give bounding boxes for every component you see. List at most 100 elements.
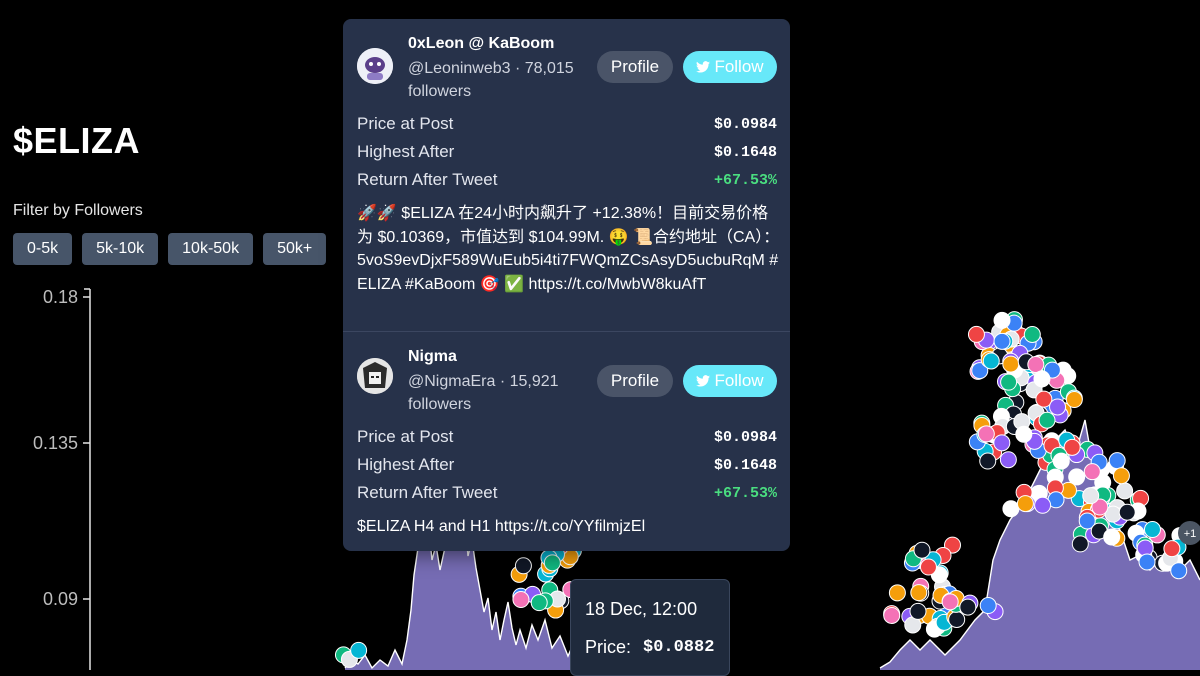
tweet-avatar-marker[interactable] [1002, 500, 1020, 518]
tweet-avatar-marker[interactable] [1065, 391, 1083, 409]
tweet-card: 0xLeon @ KaBoom @Leoninweb3 · 78,015 fol… [343, 19, 790, 331]
filter-5k-10k-button[interactable]: 5k-10k [82, 233, 159, 265]
stat-value: $0.0984 [713, 428, 777, 446]
tweet-avatar-marker[interactable] [530, 594, 548, 612]
tweet-card: Nigma @NigmaEra · 15,921 followers Profi… [343, 331, 790, 551]
avatar-image-icon [357, 358, 393, 394]
tweet-avatar-marker[interactable] [941, 593, 959, 611]
stat-value: +67.53% [713, 484, 777, 502]
tweet-avatar-marker[interactable] [888, 584, 906, 602]
avatar-image-icon [357, 48, 393, 84]
y-tick-label: 0.135 [33, 433, 78, 453]
filter-label: Filter by Followers [13, 202, 143, 219]
tweet-avatar-marker[interactable] [910, 584, 928, 602]
tweet-avatar-marker[interactable] [1023, 325, 1041, 343]
author-name[interactable]: 0xLeon @ KaBoom [408, 35, 554, 53]
marker-overflow-label: +1 [1184, 528, 1197, 540]
avatar[interactable] [357, 358, 393, 394]
tweet-avatar-marker[interactable] [977, 425, 995, 443]
follow-label: Follow [714, 371, 764, 390]
tweet-avatar-marker[interactable] [1136, 539, 1154, 557]
tweet-avatar-marker[interactable] [1103, 528, 1121, 546]
author-name[interactable]: Nigma [408, 348, 457, 366]
token-title: $ELIZA [13, 120, 141, 161]
tweet-popup: 0xLeon @ KaBoom @Leoninweb3 · 78,015 fol… [343, 19, 790, 551]
filter-0-5k-button[interactable]: 0-5k [13, 233, 73, 265]
follow-button[interactable]: Follow [683, 51, 777, 83]
stat-label: Return After Tweet [357, 170, 498, 189]
stat-label: Highest After [357, 455, 455, 474]
tweet-avatar-marker[interactable] [948, 610, 966, 628]
follow-button[interactable]: Follow [683, 365, 777, 397]
tweet-avatar-marker[interactable] [1038, 411, 1056, 429]
tooltip-date: 18 Dec, 12:00 [585, 599, 698, 619]
tweet-avatar-marker[interactable] [967, 325, 985, 343]
stat-label: Return After Tweet [357, 483, 498, 502]
twitter-bird-icon [696, 375, 711, 387]
tweet-avatar-marker[interactable] [993, 311, 1011, 329]
tweet-avatar-marker[interactable] [979, 597, 997, 615]
tweet-avatar-marker[interactable] [1108, 452, 1126, 470]
stat-highest-after: Highest After $0.1648 [357, 453, 777, 477]
tweet-avatar-marker[interactable] [909, 602, 927, 620]
filter-group: 0-5k 5k-10k 10k-50k 50k+ [13, 233, 327, 265]
profile-button[interactable]: Profile [597, 51, 673, 83]
tweet-avatar-marker[interactable] [1033, 370, 1051, 388]
stat-label: Highest After [357, 142, 455, 161]
tweet-avatar-marker[interactable] [1000, 373, 1018, 391]
tweet-avatar-marker[interactable] [959, 598, 977, 616]
filter-50k-plus-button[interactable]: 50k+ [263, 233, 327, 265]
tweet-avatar-marker[interactable] [1071, 535, 1089, 553]
price-tooltip: 18 Dec, 12:00 Price: $0.0882 [570, 579, 730, 676]
tweet-avatar-marker[interactable] [1163, 540, 1181, 558]
tweet-avatar-marker[interactable] [512, 591, 530, 609]
author-handle: @Leoninweb3 · 78,015 followers [408, 60, 574, 100]
tweet-avatar-marker[interactable] [543, 554, 561, 572]
y-tick-label: 0.18 [43, 287, 78, 307]
tweet-avatar-marker[interactable] [993, 434, 1011, 452]
tweet-avatar-marker[interactable] [1143, 521, 1161, 539]
tweet-avatar-marker[interactable] [1002, 355, 1020, 373]
stat-value: $0.0984 [713, 115, 777, 133]
stat-highest-after: Highest After $0.1648 [357, 140, 777, 164]
tweet-avatar-marker[interactable] [1015, 425, 1033, 443]
stat-value: $0.1648 [713, 456, 777, 474]
stat-value: $0.1648 [713, 143, 777, 161]
stat-label: Price at Post [357, 114, 454, 133]
tweet-avatar-marker[interactable] [993, 332, 1011, 350]
tweet-text[interactable]: 🚀🚀 $ELIZA 在24小时内飙升了 +12.38%！目前交易价格为 $0.1… [357, 202, 782, 296]
tweet-avatar-marker[interactable] [982, 352, 1000, 370]
tweet-avatar-marker[interactable] [1082, 487, 1100, 505]
tooltip-price-label: Price: [585, 637, 632, 657]
tweet-avatar-marker[interactable] [999, 451, 1017, 469]
tweet-avatar-marker[interactable] [1118, 503, 1136, 521]
tweet-avatar-marker[interactable] [1112, 467, 1130, 485]
tweet-avatar-marker[interactable] [1049, 398, 1067, 416]
stat-price-at-post: Price at Post $0.0984 [357, 112, 777, 136]
stat-value: +67.53% [713, 171, 777, 189]
tweet-avatar-marker[interactable] [919, 558, 937, 576]
tweet-avatar-marker[interactable] [350, 641, 368, 659]
profile-button[interactable]: Profile [597, 365, 673, 397]
stat-return-after-tweet: Return After Tweet +67.53% [357, 481, 777, 505]
tweet-avatar-marker[interactable] [1027, 356, 1045, 374]
tweet-avatar-marker[interactable] [514, 557, 532, 575]
avatar[interactable] [357, 48, 393, 84]
follow-label: Follow [714, 57, 764, 76]
tweet-avatar-marker[interactable] [1034, 496, 1052, 514]
tweet-avatar-marker[interactable] [1016, 495, 1034, 513]
tweet-avatar-marker[interactable] [979, 452, 997, 470]
tweet-avatar-marker[interactable] [1116, 482, 1134, 500]
tweet-avatar-marker[interactable] [1052, 452, 1070, 470]
author-handle: @NigmaEra · 15,921 followers [408, 373, 559, 413]
tweet-avatar-marker[interactable] [1083, 463, 1101, 481]
tweet-avatar-marker[interactable] [1138, 553, 1156, 571]
tweet-text[interactable]: $ELIZA H4 and H1 https://t.co/YYfilmjzEl [357, 515, 782, 539]
tweet-avatar-marker[interactable] [1170, 562, 1188, 580]
stat-label: Price at Post [357, 427, 454, 446]
tweet-avatar-marker[interactable] [913, 541, 931, 559]
stat-return-after-tweet: Return After Tweet +67.53% [357, 168, 777, 192]
tweet-avatar-marker[interactable] [883, 606, 901, 624]
y-tick-label: 0.09 [43, 589, 78, 609]
filter-10k-50k-button[interactable]: 10k-50k [168, 233, 254, 265]
